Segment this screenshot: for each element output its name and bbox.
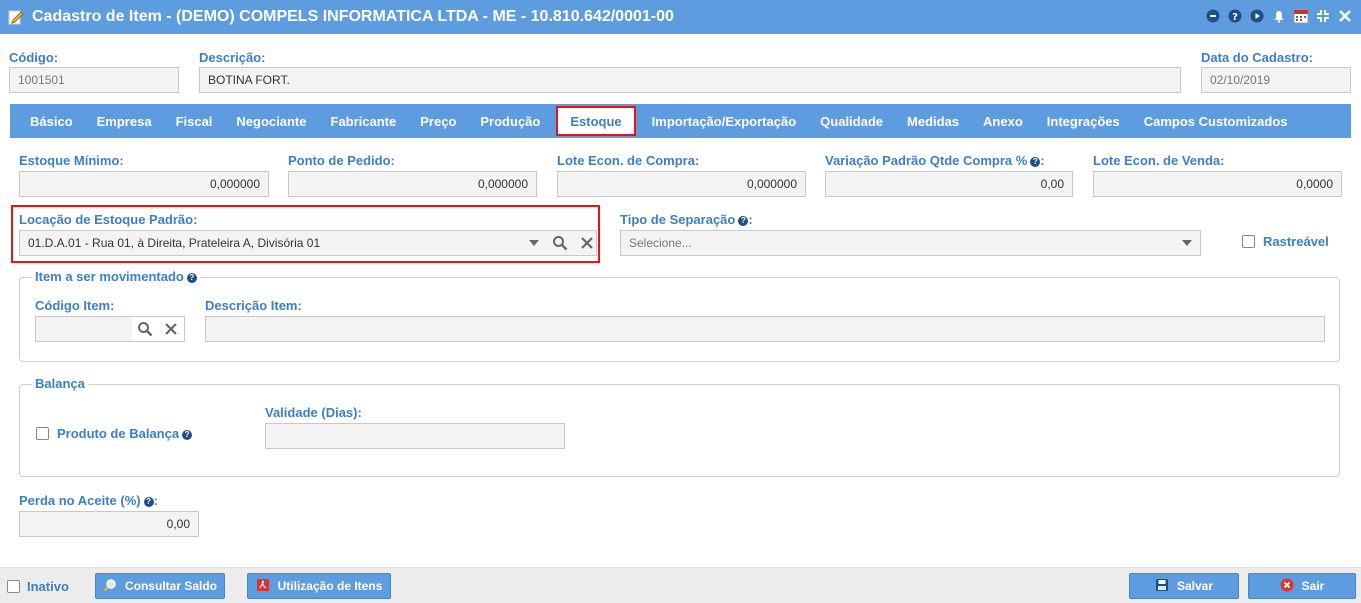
- help-icon[interactable]: ?: [1030, 156, 1041, 167]
- perda-field[interactable]: 0,00: [19, 511, 199, 537]
- tab-bar: Básico Empresa Fiscal Negociante Fabricante P…: [10, 104, 1351, 138]
- search-icon[interactable]: [551, 234, 569, 252]
- salvar-label: Salvar: [1176, 579, 1214, 593]
- tab-estoque[interactable]: Estoque: [556, 106, 636, 136]
- tab-importacao-exportacao[interactable]: Importação/Exportação: [640, 106, 809, 136]
- tab-preco[interactable]: Preço: [408, 106, 468, 136]
- window-title: Cadastro de Item - (DEMO) COMPELS INFORM…: [32, 8, 674, 25]
- separacao-placeholder: Selecione...: [629, 236, 692, 250]
- sair-label: Sair: [1301, 579, 1325, 593]
- svg-text:?: ?: [1232, 12, 1238, 23]
- produto-balanca-checkbox[interactable]: [36, 427, 49, 440]
- consultar-saldo-label: Consultar Saldo: [124, 579, 217, 593]
- codigo-field[interactable]: 1001501: [9, 67, 179, 93]
- produto-balanca-label: Produto de Balança?: [57, 426, 193, 441]
- help-icon[interactable]: ?: [1227, 8, 1243, 24]
- tab-anexo[interactable]: Anexo: [971, 106, 1035, 136]
- ponto-pedido-label: Ponto de Pedido:: [288, 153, 395, 168]
- play-icon[interactable]: [1249, 8, 1265, 24]
- codigo-label: Código:: [9, 50, 59, 65]
- separacao-label: Tipo de Separação?:: [620, 212, 753, 227]
- help-icon[interactable]: ?: [143, 496, 154, 507]
- tab-campos-customizados[interactable]: Campos Customizados: [1132, 106, 1300, 136]
- salvar-button[interactable]: Salvar: [1129, 573, 1239, 599]
- variacao-field[interactable]: 0,00: [825, 171, 1073, 197]
- tab-fiscal[interactable]: Fiscal: [164, 106, 225, 136]
- data-cadastro-label: Data do Cadastro:: [1201, 50, 1313, 65]
- descricao-item-field[interactable]: [205, 316, 1325, 342]
- tab-integracoes[interactable]: Integrações: [1035, 106, 1132, 136]
- edit-form-icon: [8, 9, 24, 25]
- save-icon: [1155, 578, 1169, 595]
- estoque-minimo-field[interactable]: 0,000000: [19, 171, 269, 197]
- descricao-item-label: Descrição Item:: [205, 298, 302, 313]
- locacao-select[interactable]: 01.D.A.01 - Rua 01, à Direita, Prateleir…: [19, 230, 597, 256]
- descricao-field[interactable]: BOTINA FORT.: [199, 67, 1181, 93]
- lote-compra-label: Lote Econ. de Compra:: [557, 153, 700, 168]
- balanca-legend: Balança: [32, 376, 88, 391]
- lote-venda-field[interactable]: 0,0000: [1093, 171, 1342, 197]
- balanca-fieldset: [19, 384, 1340, 477]
- codigo-item-label: Código Item:: [35, 298, 115, 313]
- utilizacao-itens-label: Utilização de Itens: [277, 579, 383, 593]
- rastreavel-checkbox[interactable]: [1242, 235, 1255, 248]
- validade-field[interactable]: [265, 423, 565, 449]
- lote-venda-label: Lote Econ. de Venda:: [1093, 153, 1225, 168]
- rastreavel-label: Rastreável: [1263, 234, 1329, 249]
- clear-icon[interactable]: [578, 234, 596, 252]
- calendar-icon[interactable]: [1293, 8, 1309, 24]
- tab-negociante[interactable]: Negociante: [224, 106, 318, 136]
- consultar-saldo-button[interactable]: Consultar Saldo: [95, 573, 225, 599]
- magnifier-icon: [103, 578, 117, 595]
- help-icon[interactable]: ?: [186, 272, 197, 283]
- help-icon[interactable]: ?: [738, 215, 749, 226]
- inativo-label: Inativo: [27, 579, 69, 594]
- dropdown-arrow-icon[interactable]: [525, 234, 543, 252]
- tab-empresa[interactable]: Empresa: [85, 106, 164, 136]
- descricao-label: Descrição:: [199, 50, 266, 65]
- dropdown-arrow-icon[interactable]: [1178, 234, 1196, 252]
- perda-label: Perda no Aceite (%)?:: [19, 493, 158, 508]
- estoque-minimo-label: Estoque Mínimo:: [19, 153, 124, 168]
- locacao-label: Locação de Estoque Padrão:: [19, 212, 198, 227]
- data-cadastro-field[interactable]: 02/10/2019: [1201, 67, 1351, 93]
- title-bar: Cadastro de Item - (DEMO) COMPELS INFORM…: [0, 0, 1361, 34]
- tab-producao[interactable]: Produção: [468, 106, 552, 136]
- tab-qualidade[interactable]: Qualidade: [808, 106, 895, 136]
- clear-icon[interactable]: [162, 320, 180, 338]
- tab-basico[interactable]: Básico: [18, 106, 85, 136]
- utilizacao-itens-button[interactable]: Utilização de Itens: [247, 573, 391, 599]
- separacao-select[interactable]: Selecione...: [620, 230, 1201, 256]
- help-icon[interactable]: ?: [182, 429, 193, 440]
- ponto-pedido-field[interactable]: 0,000000: [288, 171, 537, 197]
- search-icon[interactable]: [136, 320, 154, 338]
- lote-compra-field[interactable]: 0,000000: [557, 171, 806, 197]
- variacao-label: Variação Padrão Qtde Compra %?:: [825, 153, 1045, 168]
- sair-button[interactable]: Sair: [1248, 573, 1356, 599]
- inativo-checkbox[interactable]: [7, 580, 20, 593]
- minimize-circle-icon[interactable]: [1205, 8, 1221, 24]
- close-icon[interactable]: [1337, 8, 1353, 24]
- validade-label: Validade (Dias):: [265, 405, 362, 420]
- collapse-icon[interactable]: [1315, 8, 1331, 24]
- bell-icon[interactable]: [1271, 8, 1287, 24]
- window-controls: ?: [1205, 8, 1353, 24]
- tab-fabricante[interactable]: Fabricante: [319, 106, 409, 136]
- exit-icon: [1280, 578, 1294, 595]
- tab-medidas[interactable]: Medidas: [895, 106, 971, 136]
- locacao-value: 01.D.A.01 - Rua 01, à Direita, Prateleir…: [28, 236, 321, 250]
- item-movimentado-legend: Item a ser movimentado?: [32, 269, 200, 284]
- pdf-icon: [256, 578, 270, 595]
